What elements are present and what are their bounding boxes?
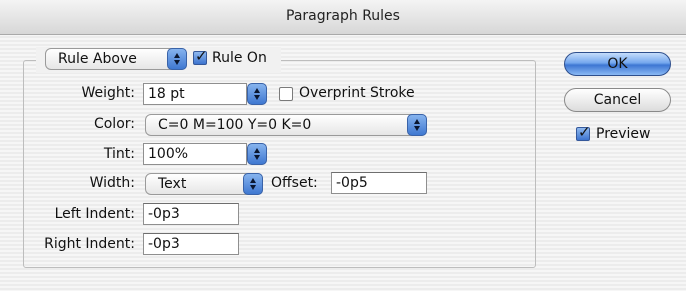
left-indent-label: Left Indent: [54,206,135,222]
ok-button[interactable]: OK [564,52,671,76]
window-title: Paragraph Rules [286,8,400,24]
checkmark-icon: ✓ [195,47,208,65]
tint-dropdown-button[interactable] [247,143,267,165]
overprint-stroke-label[interactable]: Overprint Stroke [299,85,415,101]
left-indent-field[interactable]: -0p3 [143,203,239,225]
offset-label: Offset: [271,175,318,191]
weight-label: Weight: [81,85,136,101]
tint-label: Tint: [103,146,135,162]
cancel-button[interactable]: Cancel [564,88,671,112]
right-indent-value: -0p3 [148,236,180,252]
width-popup[interactable]: Text [145,173,263,195]
rule-on-label[interactable]: Rule On [212,50,267,66]
checkmark-icon: ✓ [578,123,591,141]
right-indent-label: Right Indent: [44,236,135,252]
width-label: Width: [89,175,135,191]
left-indent-value: -0p3 [148,206,180,222]
offset-field[interactable]: -0p5 [331,172,427,194]
rule-on-checkbox[interactable]: ✓ [193,47,208,65]
popup-arrows-icon [167,48,187,70]
popup-arrows-icon [243,173,263,195]
color-popup[interactable]: C=0 M=100 Y=0 K=0 [145,114,427,136]
overprint-stroke-checkbox[interactable] [279,87,293,101]
tint-field[interactable]: 100% [143,143,247,165]
preview-checkbox[interactable]: ✓ [576,123,591,141]
title-bar: Paragraph Rules [0,0,686,35]
rule-type-value: Rule Above [58,51,137,67]
offset-value: -0p5 [336,175,368,191]
right-indent-field[interactable]: -0p3 [143,233,239,255]
color-label: Color: [93,116,135,132]
weight-value: 18 pt [148,86,185,102]
width-value: Text [158,176,187,192]
color-value: C=0 M=100 Y=0 K=0 [158,117,312,133]
weight-field[interactable]: 18 pt [143,83,247,105]
popup-arrows-icon [247,143,267,165]
popup-arrows-icon [247,83,267,105]
rule-type-popup[interactable]: Rule Above [45,48,187,70]
tint-value: 100% [148,146,189,162]
preview-label[interactable]: Preview [596,126,651,142]
popup-arrows-icon [407,114,427,136]
weight-dropdown-button[interactable] [247,83,267,105]
